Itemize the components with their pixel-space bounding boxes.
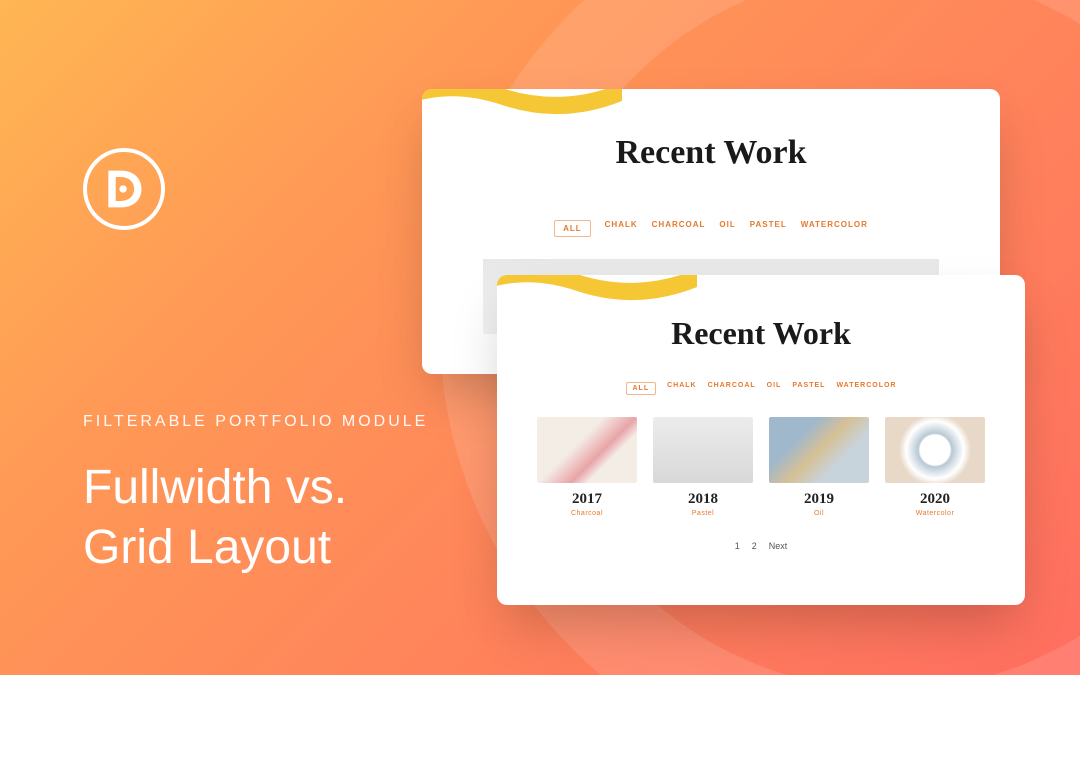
filter-pastel[interactable]: PASTEL <box>792 382 825 395</box>
portfolio-item[interactable]: 2017 Charcoal <box>537 417 637 517</box>
filter-watercolor[interactable]: WATERCOLOR <box>801 220 868 237</box>
card-title: Recent Work <box>497 315 1025 352</box>
filter-bar: ALL CHALK CHARCOAL OIL PASTEL WATERCOLOR <box>422 220 1000 237</box>
portfolio-grid: 2017 Charcoal 2018 Pastel 2019 Oil 2020 … <box>497 417 1025 517</box>
portfolio-thumb <box>537 417 637 483</box>
eyebrow-text: FILTERABLE PORTFOLIO MODULE <box>83 413 428 431</box>
divi-logo-icon <box>101 166 147 212</box>
portfolio-category: Watercolor <box>885 510 985 517</box>
filter-charcoal[interactable]: CHARCOAL <box>652 220 706 237</box>
yellow-swoosh-icon <box>497 275 697 319</box>
filter-pastel[interactable]: PASTEL <box>750 220 787 237</box>
page-1[interactable]: 1 <box>735 541 740 551</box>
preview-card-grid: Recent Work ALL CHALK CHARCOAL OIL PASTE… <box>497 275 1025 605</box>
portfolio-category: Oil <box>769 510 869 517</box>
portfolio-thumb <box>885 417 985 483</box>
yellow-swoosh-icon <box>422 89 622 133</box>
headline: Fullwidth vs. Grid Layout <box>83 458 347 578</box>
portfolio-category: Pastel <box>653 510 753 517</box>
card-title: Recent Work <box>422 134 1000 172</box>
portfolio-year: 2018 <box>653 491 753 508</box>
pagination: 1 2 Next <box>497 541 1025 551</box>
portfolio-item[interactable]: 2019 Oil <box>769 417 869 517</box>
filter-watercolor[interactable]: WATERCOLOR <box>836 382 896 395</box>
portfolio-category: Charcoal <box>537 510 637 517</box>
headline-line-2: Grid Layout <box>83 521 331 574</box>
divi-logo <box>83 148 165 230</box>
filter-oil[interactable]: OIL <box>767 382 782 395</box>
page-2[interactable]: 2 <box>752 541 757 551</box>
portfolio-year: 2019 <box>769 491 869 508</box>
filter-bar: ALL CHALK CHARCOAL OIL PASTEL WATERCOLOR <box>497 382 1025 395</box>
page-next[interactable]: Next <box>769 541 788 551</box>
portfolio-item[interactable]: 2020 Watercolor <box>885 417 985 517</box>
portfolio-item[interactable]: 2018 Pastel <box>653 417 753 517</box>
headline-line-1: Fullwidth vs. <box>83 461 347 514</box>
portfolio-year: 2020 <box>885 491 985 508</box>
filter-oil[interactable]: OIL <box>719 220 735 237</box>
portfolio-year: 2017 <box>537 491 637 508</box>
filter-chalk[interactable]: CHALK <box>667 382 697 395</box>
portfolio-thumb <box>769 417 869 483</box>
filter-all[interactable]: ALL <box>554 220 591 237</box>
filter-charcoal[interactable]: CHARCOAL <box>708 382 756 395</box>
filter-chalk[interactable]: CHALK <box>605 220 638 237</box>
filter-all[interactable]: ALL <box>626 382 657 395</box>
portfolio-thumb <box>653 417 753 483</box>
